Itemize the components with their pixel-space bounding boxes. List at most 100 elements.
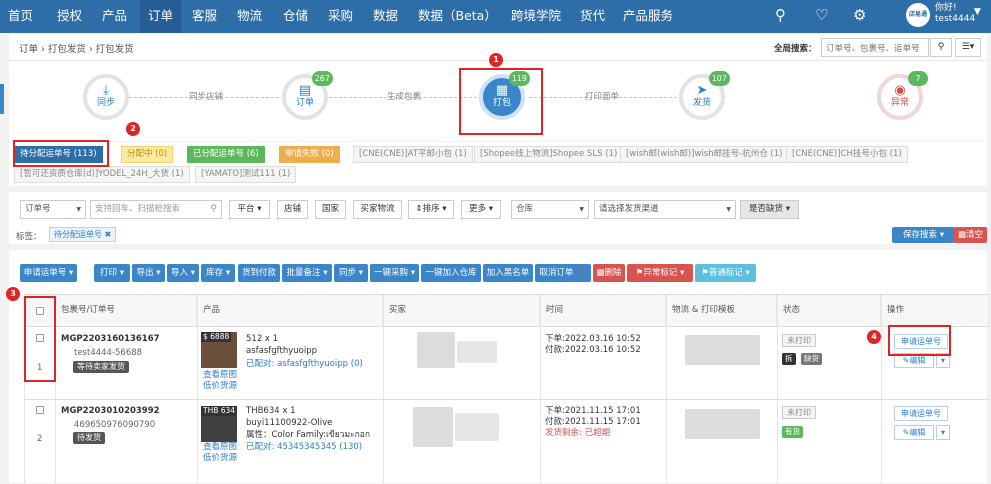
tab-channel[interactable]: [CNE(CNE)]CH挂号小包 (1) xyxy=(786,146,908,163)
tab-assigning[interactable]: 分配中 (0) xyxy=(121,146,174,163)
annotation-number: 1 xyxy=(489,53,503,67)
breadcrumb[interactable]: 订单 › 打包发货 › 打包发货 xyxy=(19,41,134,55)
row-checkbox[interactable] xyxy=(36,406,44,414)
edit-dropdown-button[interactable]: ▾ xyxy=(936,425,950,440)
inventory-button[interactable]: 库存 ▾ xyxy=(201,264,235,282)
step-connector-label: 生成包裹 xyxy=(387,92,422,102)
step-ship[interactable]: 107 ➤ 发货 xyxy=(679,71,730,120)
step-orders[interactable]: 267 ▤ 订单 xyxy=(282,71,333,120)
warehouse-select[interactable]: 仓库 ▼ xyxy=(511,200,589,219)
package-number[interactable]: MGP2203010203992 xyxy=(61,406,160,416)
nav-logistics[interactable]: 物流 xyxy=(237,0,262,33)
search-icon[interactable]: ⚲ xyxy=(775,6,786,24)
product-image[interactable]: $ 6888 xyxy=(201,332,237,368)
side-handle[interactable] xyxy=(0,84,4,114)
tab-channel[interactable]: [暂可还资质仓库(d)]YODEL_24H_大货 (1) xyxy=(14,166,190,183)
nav-academy[interactable]: 跨境学院 xyxy=(511,0,561,33)
tag-label: 标签： xyxy=(16,232,42,242)
tab-assigned[interactable]: 已分配运单号 (6) xyxy=(187,146,265,163)
cod-button[interactable]: 货到付款 xyxy=(238,264,280,282)
apply-tracking-number-button[interactable]: 申请运单号 ▾ xyxy=(20,264,77,282)
delete-button[interactable]: ▩删除 xyxy=(593,264,625,282)
order-number[interactable]: test4444-56688 xyxy=(74,348,142,358)
tag-chip[interactable]: 待分配运单号 ✖ xyxy=(49,227,117,242)
tab-channel[interactable]: [YAMATO]测试111 (1) xyxy=(195,166,297,183)
clear-button[interactable]: ▩清空 xyxy=(954,227,987,243)
low-price-source-link[interactable]: 低价货源 xyxy=(203,381,237,391)
view-image-link[interactable]: 查看原图 xyxy=(203,370,237,380)
out-of-stock-select[interactable]: 是否缺货 ▾ xyxy=(740,200,799,219)
matched-sku-link[interactable]: 已配对: asfasfgfthyuoipp (0) xyxy=(246,359,363,369)
product-image[interactable]: THB 634 xyxy=(201,406,238,442)
trash-icon: ▩ xyxy=(957,230,966,240)
step-label: 同步 xyxy=(96,98,115,108)
sync-button[interactable]: 同步 ▾ xyxy=(334,264,368,282)
edit-button[interactable]: ✎编辑 xyxy=(894,425,934,440)
store-button[interactable]: 店铺 xyxy=(277,200,308,219)
chevron-down-icon[interactable]: ▼ xyxy=(974,7,981,17)
shipping-channel-select[interactable]: 请选择发货渠道 ▼ xyxy=(594,200,736,219)
normal-mark-button[interactable]: ⚑普通标记 ▾ xyxy=(695,264,756,282)
platform-select[interactable]: 平台 ▾ xyxy=(229,200,270,219)
save-search-button[interactable]: 保存搜索 ▾ xyxy=(892,227,955,243)
avatar[interactable]: 店易通 xyxy=(906,3,930,27)
more-button[interactable]: 更多 ▾ xyxy=(461,200,501,219)
nav-authorization[interactable]: 授权 xyxy=(57,0,82,33)
exception-mark-button[interactable]: ⚑异常标记 ▾ xyxy=(627,264,693,282)
nav-data-beta[interactable]: 数据（Beta） xyxy=(418,0,497,33)
blacklist-button[interactable]: 加入黑名单 xyxy=(483,264,533,282)
nav-data[interactable]: 数据 xyxy=(373,0,398,33)
nav-warehouse[interactable]: 仓储 xyxy=(283,0,308,33)
order-number[interactable]: 469650976090790 xyxy=(74,420,155,430)
matched-sku-link[interactable]: 已配对: 45345345345 (130) xyxy=(246,442,362,452)
nav-product-services[interactable]: 产品服务 xyxy=(623,0,673,33)
nav-home[interactable]: 首页 xyxy=(8,0,33,33)
apply-tracking-number-button[interactable]: 申请运单号 xyxy=(894,406,948,421)
price-label: THB 634 xyxy=(201,406,238,416)
package-number[interactable]: MGP2203160136167 xyxy=(61,334,160,344)
print-status-tag: 未打印 xyxy=(782,334,816,347)
logistics-info-blurred xyxy=(685,409,760,439)
low-price-source-link[interactable]: 低价货源 xyxy=(203,453,237,463)
column-header: 产品 xyxy=(197,295,383,327)
buyer-info-blurred xyxy=(413,407,453,447)
batch-note-button[interactable]: 批量备注 ▾ xyxy=(282,264,332,282)
filter-bar: 订单号 ▼ 支持回车、扫描枪搜索 ⚲ 平台 ▾ 店铺 国家 买家物流 ⇕排序 ▾ 更… xyxy=(9,192,987,244)
highlight-box-apply-button xyxy=(888,325,951,356)
nav-purchasing[interactable]: 采购 xyxy=(328,0,353,33)
paid-time: 付款:2022.03.16 10:52 xyxy=(545,345,641,355)
nav-customer-service[interactable]: 客服 xyxy=(192,0,217,33)
sort-button[interactable]: ⇕排序 ▾ xyxy=(408,200,454,219)
one-click-purchase-button[interactable]: 一键采购 ▾ xyxy=(370,264,419,282)
cancel-order-button[interactable]: 取消订单 ❗ xyxy=(535,264,591,282)
step-sync[interactable]: ⤓ 同步 xyxy=(83,74,129,120)
product-qty: 512 x 1 xyxy=(246,334,279,344)
import-button[interactable]: 导入 ▾ xyxy=(167,264,199,282)
print-button[interactable]: 打印 ▾ xyxy=(94,264,130,282)
tab-channel[interactable]: [CNE(CNE)]AT平邮小包 (1) xyxy=(353,146,473,163)
step-label: 订单 xyxy=(295,98,314,108)
order-number-select[interactable]: 订单号 ▼ xyxy=(20,200,86,219)
nav-products[interactable]: 产品 xyxy=(102,0,127,33)
view-image-link[interactable]: 查看原图 xyxy=(203,442,237,452)
add-to-warehouse-button[interactable]: 一键加入仓库 xyxy=(421,264,481,282)
bell-icon[interactable]: ♡ xyxy=(815,6,828,24)
step-exception[interactable]: 7 ◉ 异常 xyxy=(877,71,928,120)
nav-freight[interactable]: 货代 xyxy=(580,0,605,33)
buyer-logistics-button[interactable]: 买家物流 xyxy=(353,200,402,219)
tab-channel[interactable]: [wish邮(wish邮)]wish邮挂号-杭州仓 (1) xyxy=(620,146,789,163)
gear-icon[interactable]: ⚙ xyxy=(853,6,866,24)
tab-apply-failed[interactable]: 申请失败 (0) xyxy=(279,146,340,163)
global-search-input[interactable] xyxy=(821,38,929,57)
search-input[interactable]: 支持回车、扫描枪搜索 ⚲ xyxy=(90,200,222,219)
column-header[interactable]: 包裹号/订单号 xyxy=(55,295,197,327)
username[interactable]: test4444 xyxy=(935,14,975,24)
export-button[interactable]: 导出 ▾ xyxy=(132,264,165,282)
country-button[interactable]: 国家 xyxy=(315,200,346,219)
tab-channel[interactable]: [Shopee线上物流]Shopee SLS (1) xyxy=(474,146,624,163)
nav-orders[interactable]: 订单 xyxy=(140,0,182,33)
search-button[interactable]: ⚲ xyxy=(930,38,952,57)
search-options-button[interactable]: ☰▾ xyxy=(955,38,981,57)
row-index: 2 xyxy=(37,434,43,444)
column-header[interactable]: 时间 xyxy=(540,295,666,327)
